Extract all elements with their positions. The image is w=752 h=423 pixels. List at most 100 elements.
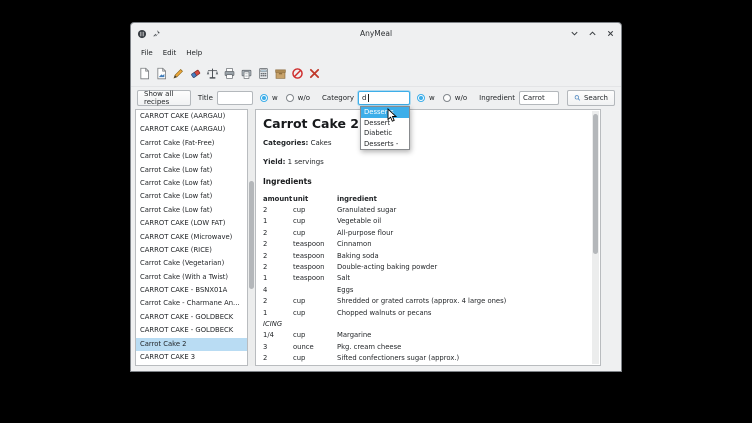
ingredient-cell: Shredded or grated carrots (approx. 4 la… bbox=[337, 297, 586, 305]
search-button[interactable]: Search bbox=[567, 90, 615, 106]
minimize-button[interactable] bbox=[569, 29, 579, 39]
close-button[interactable] bbox=[605, 29, 615, 39]
screen: AnyMeal FileEditHelp Show all recipes Ti… bbox=[0, 0, 752, 423]
window-title: AnyMeal bbox=[131, 29, 621, 38]
recipe-list-item[interactable]: CARROT CAKE (RICE) bbox=[136, 244, 247, 257]
category-with-radio[interactable] bbox=[417, 94, 425, 102]
app-icon bbox=[137, 29, 147, 39]
show-all-recipes-button[interactable]: Show all recipes bbox=[137, 90, 191, 106]
completion-item[interactable]: Diabetic bbox=[361, 128, 409, 139]
recipe-list-item[interactable]: Carrot Cake (With a Twist) bbox=[136, 271, 247, 284]
recipe-list: CARROT CAKE (AARGAU)CARROT CAKE (AARGAU)… bbox=[135, 109, 248, 366]
category-without-label: w/o bbox=[455, 94, 467, 102]
unit-cell: ounce bbox=[293, 343, 337, 351]
database-button[interactable] bbox=[273, 64, 288, 84]
amount-cell: 2 bbox=[263, 206, 293, 214]
cancel-button[interactable] bbox=[290, 64, 305, 84]
amount-cell: 2 bbox=[263, 240, 293, 248]
recipe-list-item[interactable]: CARROT CAKE - BSNX01A bbox=[136, 284, 247, 297]
recipe-list-item[interactable]: CARROT CAKE (Microwave) bbox=[136, 231, 247, 244]
unit-cell: cup bbox=[293, 229, 337, 237]
categories-value: Cakes bbox=[311, 139, 332, 147]
recipe-list-item[interactable]: CARROT CAKE (AARGAU) bbox=[136, 110, 247, 123]
category-filter-label: Category bbox=[322, 94, 354, 102]
recipe-list-item[interactable]: CARROT CAKE (AARGAU) bbox=[136, 123, 247, 136]
completion-item[interactable]: Desserts bbox=[361, 107, 409, 118]
unit-cell: cup bbox=[293, 217, 337, 225]
category-with-label: w bbox=[429, 94, 435, 102]
detail-scrollbar[interactable] bbox=[592, 111, 599, 364]
edit-recipe-button[interactable] bbox=[171, 64, 186, 84]
print-button[interactable] bbox=[222, 64, 237, 84]
amount-cell: 2 bbox=[263, 354, 293, 362]
maximize-button[interactable] bbox=[587, 29, 597, 39]
unit-cell: cup bbox=[293, 309, 337, 317]
search-button-label: Search bbox=[584, 94, 608, 102]
title-with-radio[interactable] bbox=[260, 94, 268, 102]
ingredient-filter-input[interactable] bbox=[519, 91, 559, 105]
unit-cell: teaspoon bbox=[293, 252, 337, 260]
ingredient-column-header: ingredient bbox=[337, 195, 586, 203]
ingredients-heading: Ingredients bbox=[263, 177, 586, 186]
unit-cell: teaspoon bbox=[293, 274, 337, 282]
ingredient-cell: Granulated sugar bbox=[337, 206, 586, 214]
amount-cell: 1 bbox=[263, 217, 293, 225]
amount-cell: 1 bbox=[263, 309, 293, 317]
completion-item[interactable]: Desserts - bbox=[361, 139, 409, 150]
recipe-list-item[interactable]: Carrot Cake (Low fat) bbox=[136, 150, 247, 163]
unit-cell: teaspoon bbox=[293, 263, 337, 271]
detail-scrollbar-thumb[interactable] bbox=[593, 114, 598, 254]
amount-cell: 2 bbox=[263, 229, 293, 237]
recipe-list-item[interactable]: Carrot Cake - Charmane An... bbox=[136, 297, 247, 310]
recipe-list-item[interactable]: Carrot Cake 2 bbox=[136, 338, 247, 351]
recipe-list-item[interactable]: CARROT CAKE (LOW FAT) bbox=[136, 217, 247, 230]
menu-file[interactable]: File bbox=[136, 47, 158, 59]
recipe-title: Carrot Cake 2 bbox=[263, 116, 586, 131]
amount-cell: 1/4 bbox=[263, 331, 293, 339]
titlebar[interactable]: AnyMeal bbox=[131, 23, 621, 44]
ingredient-filter-label: Ingredient bbox=[479, 94, 515, 102]
completion-item[interactable]: Dessert bbox=[361, 118, 409, 129]
title-filter-input[interactable] bbox=[217, 91, 253, 105]
recipe-list-item[interactable]: Carrot Cake (Vegetarian) bbox=[136, 257, 247, 270]
yield-value: 1 servings bbox=[288, 158, 324, 166]
recipe-list-item[interactable]: Carrot Cake (Low fat) bbox=[136, 190, 247, 203]
scale-button[interactable] bbox=[205, 64, 220, 84]
menu-help[interactable]: Help bbox=[181, 47, 207, 59]
amount-cell: 3 bbox=[263, 343, 293, 351]
recipe-list-item[interactable]: Carrot Cake (Fat-Free) bbox=[136, 137, 247, 150]
ingredient-cell: Cinnamon bbox=[337, 240, 586, 248]
category-filter-input[interactable] bbox=[358, 91, 410, 105]
calculator-button[interactable] bbox=[256, 64, 271, 84]
erase-button[interactable] bbox=[188, 64, 203, 84]
amount-cell: 2 bbox=[263, 297, 293, 305]
recipe-list-scrollbar-thumb[interactable] bbox=[249, 181, 254, 289]
amount-cell: 4 bbox=[263, 286, 293, 294]
amount-cell: 1 bbox=[263, 274, 293, 282]
category-without-radio[interactable] bbox=[443, 94, 451, 102]
filterbar: Show all recipes Title w w/o Category De… bbox=[131, 87, 621, 109]
recipe-list-item[interactable]: Carrot Cake (Low fat) bbox=[136, 164, 247, 177]
text-caret bbox=[368, 94, 369, 102]
calculator-icon bbox=[257, 67, 270, 80]
pin-icon[interactable] bbox=[152, 29, 161, 38]
open-recipe-button[interactable] bbox=[154, 64, 169, 84]
menu-edit[interactable]: Edit bbox=[158, 47, 182, 59]
ingredient-cell: Salt bbox=[337, 274, 586, 282]
recipe-list-item[interactable]: Carrot Cake (Low fat) bbox=[136, 177, 247, 190]
new-recipe-button[interactable] bbox=[137, 64, 152, 84]
export-button[interactable] bbox=[239, 64, 254, 84]
recipe-yield-line: Yield: 1 servings bbox=[263, 158, 586, 166]
recipe-list-item[interactable]: CARROT CAKE - GOLDBECK bbox=[136, 324, 247, 337]
menubar: FileEditHelp bbox=[131, 44, 621, 61]
search-icon bbox=[574, 93, 581, 103]
unit-cell: cup bbox=[293, 297, 337, 305]
title-without-radio[interactable] bbox=[286, 94, 294, 102]
recipe-list-item[interactable]: Carrot Cake (Low fat) bbox=[136, 204, 247, 217]
database-icon bbox=[274, 67, 287, 80]
recipe-list-item[interactable]: CARROT CAKE 3 bbox=[136, 351, 247, 364]
recipe-list-scrollbar[interactable] bbox=[248, 109, 255, 366]
category-filter-wrap: DessertsDessertDiabeticDesserts - bbox=[358, 91, 410, 105]
recipe-list-item[interactable]: CARROT CAKE - GOLDBECK bbox=[136, 311, 247, 324]
delete-recipe-button[interactable] bbox=[307, 64, 322, 84]
